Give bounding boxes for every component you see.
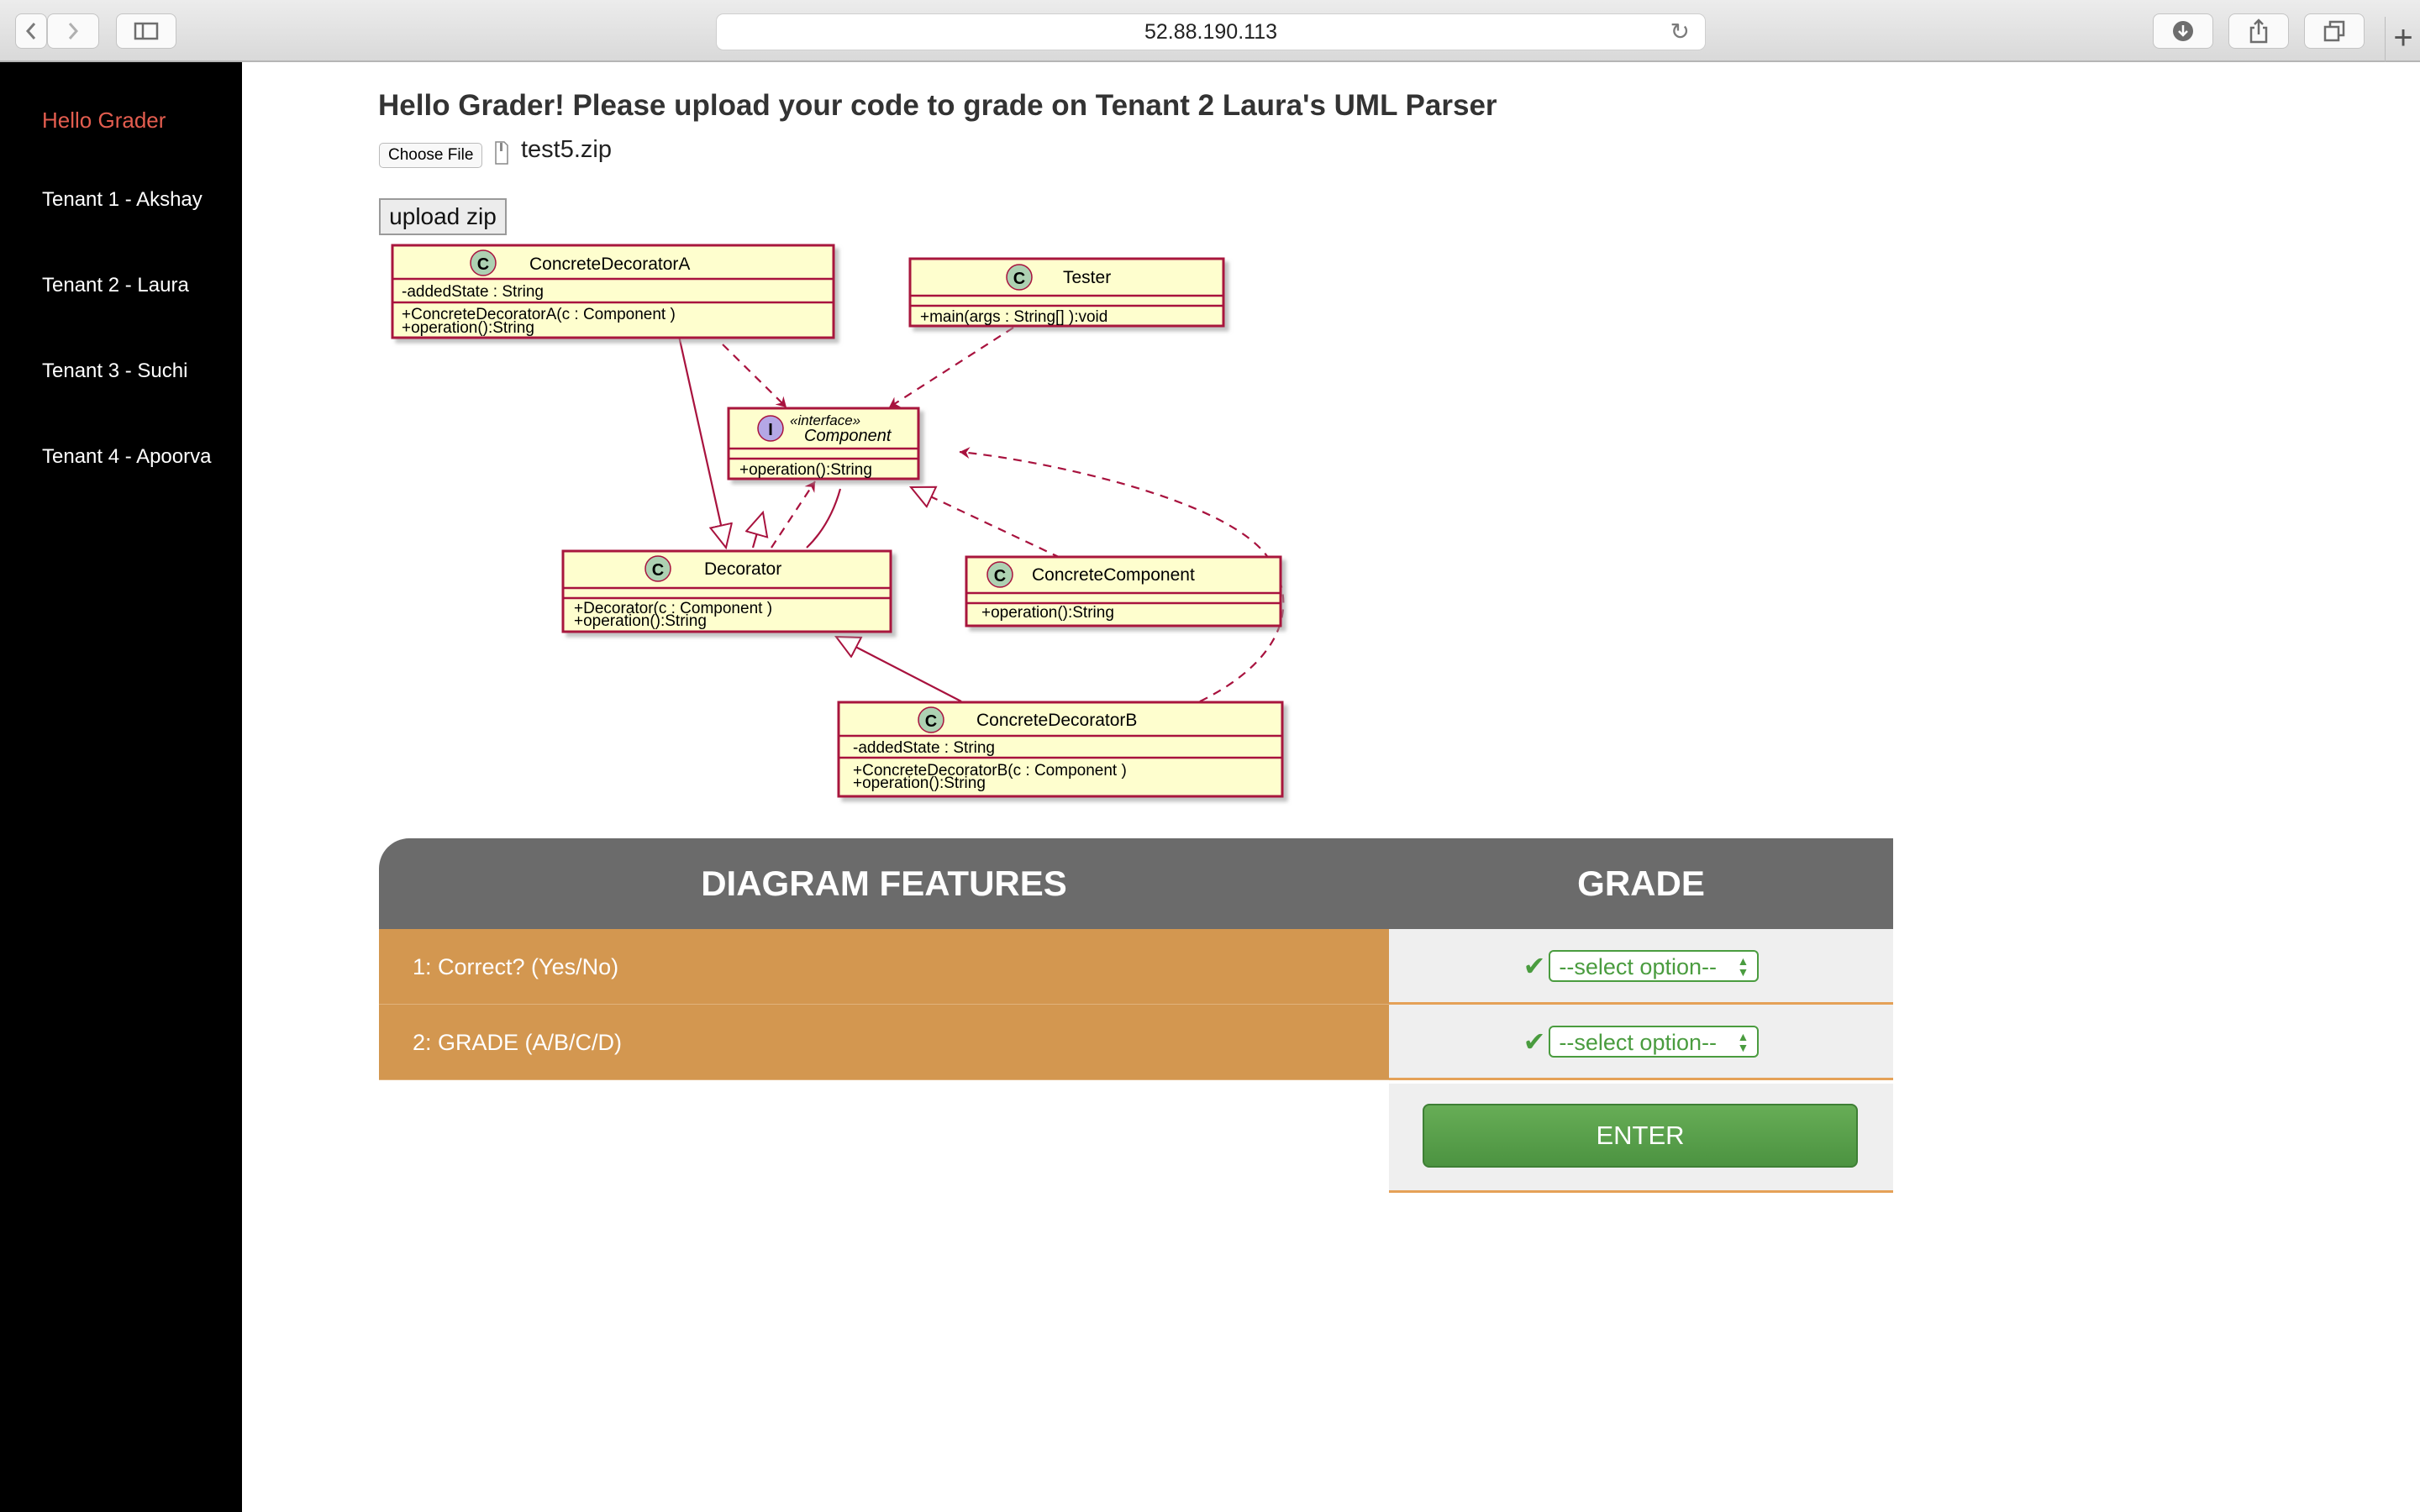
download-icon — [2173, 21, 2193, 41]
svg-text:C: C — [477, 255, 489, 274]
sidebar-toggle-button[interactable] — [116, 13, 176, 49]
svg-text:-addedState : String: -addedState : String — [853, 739, 995, 757]
choose-file-button[interactable]: Choose File — [379, 143, 483, 168]
grading-table-header: DIAGRAM FEATURES GRADE — [379, 838, 1893, 929]
share-icon — [2249, 18, 2268, 44]
chevron-left-icon — [25, 23, 36, 39]
uml-class-tester: C Tester +main(args : String[] ):void — [908, 257, 1225, 328]
select-arrows-icon: ▲ ▼ — [1737, 953, 1749, 979]
uml-class-concretedecoratora: C ConcreteDecoratorA -addedState : Strin… — [391, 244, 835, 339]
table-row: 1: Correct? (Yes/No) ✔ --select option--… — [379, 929, 1893, 1005]
svg-text:+operation():String: +operation():String — [853, 774, 986, 792]
tabs-overview-button[interactable] — [2304, 13, 2365, 49]
grade-cell: ✔ --select option-- ▲ ▼ — [1389, 1005, 1893, 1080]
svg-text:+operation():String: +operation():String — [402, 319, 534, 337]
enter-cell: ENTER — [1389, 1084, 1893, 1193]
select-arrows-icon: ▲ ▼ — [1737, 1029, 1749, 1054]
chevron-right-icon — [68, 23, 79, 39]
page-title: Hello Grader! Please upload your code to… — [378, 89, 1497, 122]
select-value: --select option-- — [1559, 953, 1717, 979]
svg-text:C: C — [994, 567, 1006, 585]
address-bar[interactable]: 52.88.190.113 ↻ — [716, 13, 1706, 50]
sidebar-item-tenant-2[interactable]: Tenant 2 - Laura — [42, 274, 189, 297]
sidebar-item-tenant-4[interactable]: Tenant 4 - Apoorva — [42, 445, 211, 469]
share-button[interactable] — [2228, 13, 2289, 49]
sidebar-item-hello-grader[interactable]: Hello Grader — [42, 108, 166, 134]
svg-text:Decorator: Decorator — [704, 559, 781, 579]
grade-select[interactable]: --select option-- ▲ ▼ — [1549, 1025, 1760, 1058]
uml-class-concretecomponent: C ConcreteComponent +operation():String — [965, 555, 1282, 627]
grade-cell: ✔ --select option-- ▲ ▼ — [1389, 929, 1893, 1005]
sidebar-item-tenant-1[interactable]: Tenant 1 - Akshay — [42, 188, 203, 212]
enter-button[interactable]: ENTER — [1423, 1104, 1858, 1168]
svg-text:+operation():String: +operation():String — [574, 612, 707, 630]
select-value: --select option-- — [1559, 1029, 1717, 1055]
features-header: DIAGRAM FEATURES — [701, 864, 1067, 903]
forward-button[interactable] — [47, 13, 99, 49]
svg-text:C: C — [925, 712, 937, 731]
feature-label: 2: GRADE (A/B/C/D) — [379, 1005, 1389, 1080]
svg-text:C: C — [652, 561, 664, 580]
tabs-icon — [2323, 20, 2345, 42]
svg-text:+operation():String: +operation():String — [739, 461, 872, 479]
new-tab-button[interactable]: + — [2385, 17, 2420, 62]
selected-file-name: test5.zip — [521, 136, 612, 163]
svg-text:ConcreteDecoratorA: ConcreteDecoratorA — [529, 255, 690, 274]
svg-text:+main(args : String[] ):void: +main(args : String[] ):void — [920, 308, 1107, 326]
svg-text:-addedState : String: -addedState : String — [402, 283, 544, 301]
svg-text:Tester: Tester — [1063, 268, 1111, 287]
file-icon — [495, 141, 508, 165]
downloads-button[interactable] — [2153, 13, 2213, 49]
feature-label: 1: Correct? (Yes/No) — [379, 929, 1389, 1005]
checkmark-icon: ✔ — [1523, 1026, 1546, 1057]
url-text: 52.88.190.113 — [1144, 20, 1278, 44]
correct-select[interactable]: --select option-- ▲ ▼ — [1549, 949, 1760, 982]
checkmark-icon: ✔ — [1523, 950, 1546, 981]
svg-text:ConcreteDecoratorB: ConcreteDecoratorB — [976, 711, 1137, 730]
svg-text:Component: Component — [804, 427, 892, 445]
uml-class-concretedecoratorb: C ConcreteDecoratorB -addedState : Strin… — [837, 701, 1284, 798]
uml-interface-component: I «interface» Component +operation():Str… — [727, 407, 920, 480]
sidebar-item-tenant-3[interactable]: Tenant 3 - Suchi — [42, 360, 187, 383]
uml-diagram: C ConcreteDecoratorA -addedState : Strin… — [391, 244, 1285, 798]
svg-text:ConcreteComponent: ConcreteComponent — [1032, 565, 1195, 585]
upload-zip-button[interactable]: upload zip — [379, 198, 507, 235]
sidebar: Hello Grader Tenant 1 - Akshay Tenant 2 … — [0, 62, 242, 1512]
uml-class-decorator: C Decorator +Decorator(c : Component ) +… — [561, 549, 892, 633]
svg-text:I: I — [768, 421, 773, 439]
browser-toolbar: 52.88.190.113 ↻ + — [0, 0, 2420, 62]
back-button[interactable] — [15, 13, 47, 49]
svg-text:C: C — [1013, 270, 1025, 288]
reload-icon[interactable]: ↻ — [1670, 14, 1690, 50]
table-row: 2: GRADE (A/B/C/D) ✔ --select option-- ▲… — [379, 1005, 1893, 1080]
sidebar-icon — [134, 22, 159, 40]
grade-header: GRADE — [1577, 864, 1705, 903]
svg-text:+operation():String: +operation():String — [981, 604, 1114, 622]
